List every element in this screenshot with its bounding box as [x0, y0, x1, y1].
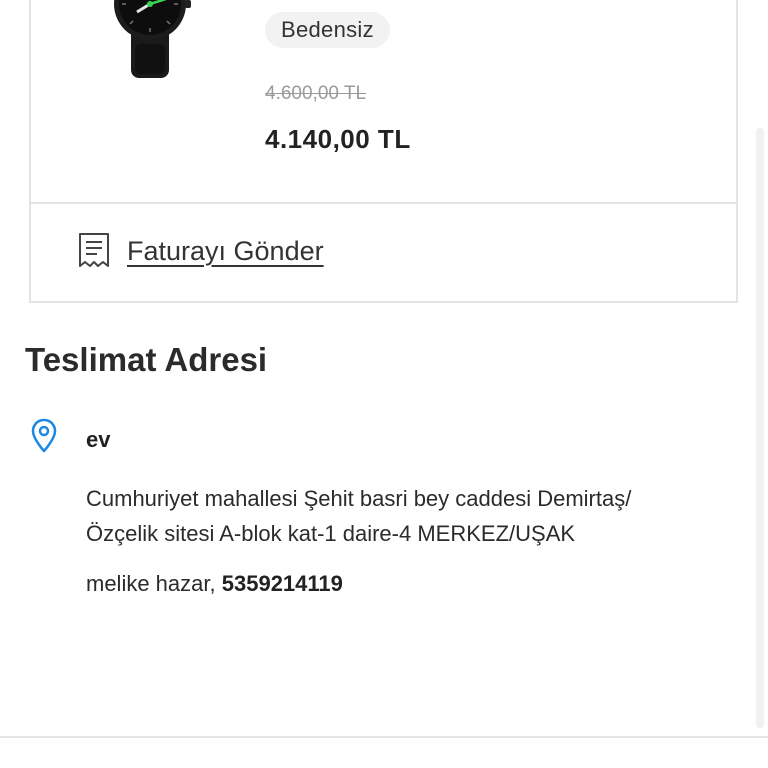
recipient-name: melike hazar, — [86, 571, 216, 596]
size-badge-label: Bedensiz — [281, 17, 374, 42]
order-detail-page: Bedensiz 4.600,00 TL 4.140,00 TL Faturay… — [0, 0, 768, 768]
card-divider — [31, 202, 736, 204]
size-badge: Bedensiz — [265, 12, 390, 48]
location-pin-icon — [31, 418, 57, 453]
bottom-divider — [0, 736, 768, 738]
address-name: ev — [86, 427, 111, 452]
address-line-2: Özçelik sitesi A-blok kat-1 daire-4 MERK… — [86, 521, 576, 546]
scrollbar-track[interactable] — [756, 128, 764, 728]
old-price: 4.600,00 TL — [265, 83, 367, 104]
send-invoice-link[interactable]: Faturayı Gönder — [77, 232, 324, 270]
watch-image[interactable] — [107, 0, 227, 78]
order-item-card: Bedensiz 4.600,00 TL 4.140,00 TL Faturay… — [29, 0, 738, 303]
recipient-phone: 5359214119 — [221, 571, 343, 596]
current-price: 4.140,00 TL — [265, 124, 411, 154]
receipt-icon — [79, 233, 109, 267]
delivery-address-title: Teslimat Adresi — [25, 341, 268, 378]
recipient-contact: melike hazar, 5359214119 — [86, 571, 343, 597]
send-invoice-label[interactable]: Faturayı Gönder — [127, 236, 324, 267]
address-line-1: Cumhuriyet mahallesi Şehit basri bey cad… — [86, 486, 632, 511]
